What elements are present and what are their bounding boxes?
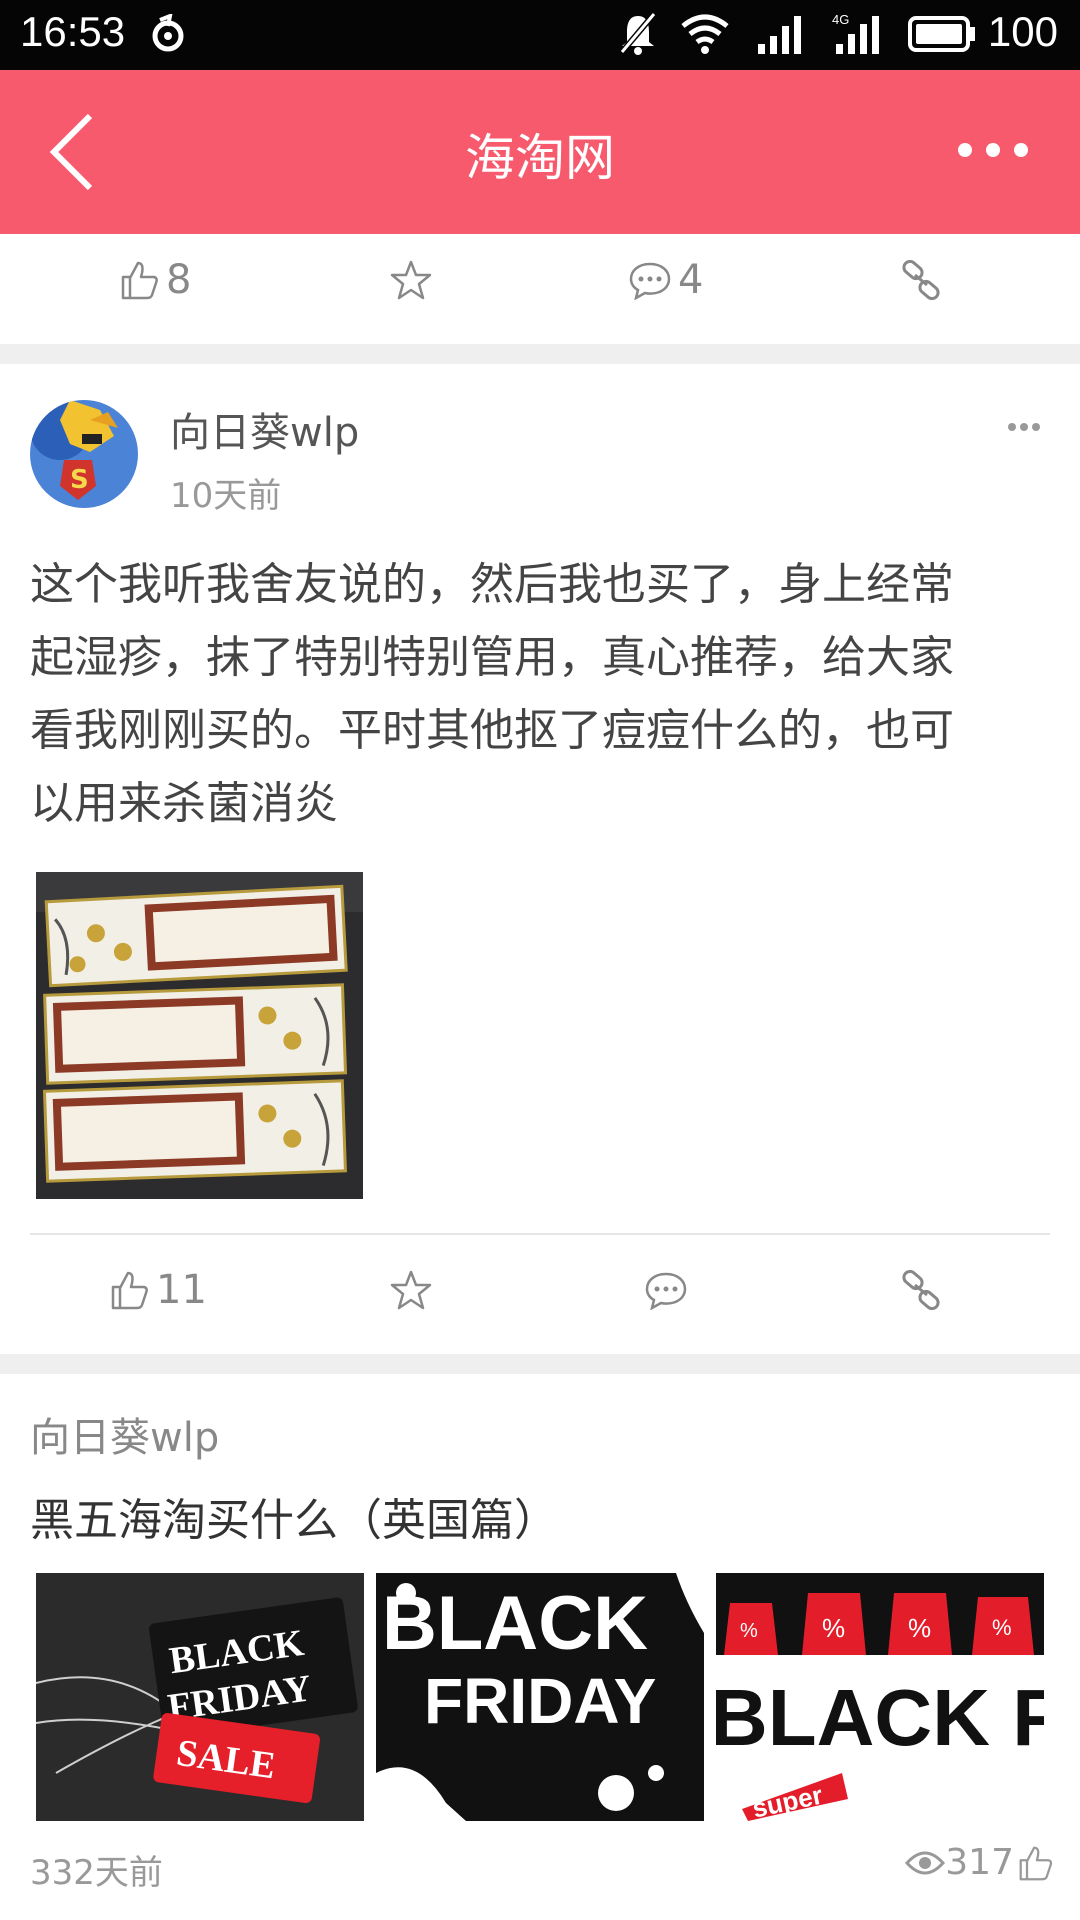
battery-icon	[908, 16, 976, 57]
view-count: 317	[905, 1842, 1054, 1883]
more-icon	[1008, 423, 1016, 431]
like-button[interactable]: 8	[120, 254, 191, 306]
post-body: 这个我听我舍友说的，然后我也买了，身上经常 起湿疹，抹了特别特别管用，真心推荐，…	[30, 548, 1050, 840]
section-separator	[0, 344, 1080, 364]
comment-count: 4	[678, 257, 704, 303]
sync-icon	[150, 12, 186, 59]
post-text-line: 起湿疹，抹了特别特别管用，真心推荐，给大家	[30, 632, 954, 683]
wifi-icon	[680, 12, 730, 61]
thumb-up-icon	[121, 261, 158, 300]
article-author-name[interactable]: 向日葵wlp	[30, 1405, 219, 1463]
more-button[interactable]	[958, 142, 1044, 162]
comment-icon	[645, 1272, 687, 1310]
svg-text:%: %	[822, 1613, 845, 1643]
signal-icon	[756, 12, 804, 61]
post-text-line: 看我刚刚买的。平时其他抠了痘痘什么的，也可	[30, 705, 954, 756]
link-icon	[902, 259, 940, 301]
avatar[interactable]: S	[30, 400, 138, 508]
article-thumbnail[interactable]: % % % % BLACK FRI super	[716, 1573, 1044, 1821]
post-image[interactable]	[36, 872, 363, 1199]
view-count-value: 317	[945, 1842, 1014, 1883]
star-icon	[390, 1270, 432, 1310]
article-thumbnail[interactable]: BLACK FRIDAY	[376, 1573, 704, 1821]
eye-icon	[905, 1851, 946, 1874]
svg-text:%: %	[740, 1620, 758, 1642]
favorite-button[interactable]	[390, 1264, 432, 1316]
svg-text:%: %	[908, 1613, 931, 1643]
page-title: 海淘网	[465, 129, 615, 187]
like-count: 8	[166, 257, 192, 303]
thumb-up-icon[interactable]	[1018, 1844, 1054, 1882]
svg-text:BLACK FRI: BLACK FRI	[716, 1673, 1044, 1762]
status-bar: 16:53 4G 100	[0, 0, 1080, 70]
svg-text:4G: 4G	[832, 12, 849, 27]
post-text-line: 这个我听我舍友说的，然后我也买了，身上经常	[30, 559, 954, 610]
divider	[30, 1233, 1050, 1235]
svg-text:BLACK: BLACK	[382, 1581, 648, 1666]
share-link-button[interactable]	[900, 1264, 942, 1316]
post-actions: 11	[0, 1244, 1080, 1334]
section-separator	[0, 1354, 1080, 1374]
like-count: 11	[156, 1267, 207, 1313]
previous-post-actions: 8 4	[0, 234, 1080, 324]
status-time: 16:53	[20, 8, 126, 55]
article-thumbnail[interactable]: BLACK FRIDAY SALE	[36, 1573, 364, 1821]
link-icon	[902, 1269, 940, 1311]
svg-text:%: %	[992, 1615, 1012, 1640]
like-button[interactable]: 11	[110, 1264, 207, 1316]
thumb-up-icon	[111, 1271, 148, 1310]
more-icon	[958, 143, 972, 157]
signal-4g-icon: 4G	[832, 12, 882, 61]
article-title[interactable]: 黑五海淘买什么（英国篇）	[30, 1484, 558, 1548]
post-more-button[interactable]	[1008, 416, 1048, 431]
post-text-line: 以用来杀菌消炎	[30, 778, 338, 829]
battery-level: 100	[987, 8, 1058, 55]
share-link-button[interactable]	[900, 254, 942, 306]
star-icon	[390, 260, 432, 300]
comment-button[interactable]: 4	[628, 254, 703, 306]
svg-text:S: S	[70, 465, 89, 495]
post-author-name[interactable]: 向日葵wlp	[170, 400, 359, 458]
post-timestamp: 10天前	[170, 476, 282, 516]
comment-button[interactable]	[644, 1264, 688, 1316]
article-timestamp: 332天前	[30, 1853, 163, 1893]
favorite-button[interactable]	[390, 254, 432, 306]
app-bar: 海淘网	[0, 70, 1080, 234]
mute-icon	[618, 12, 658, 61]
svg-text:FRIDAY: FRIDAY	[424, 1665, 656, 1737]
comment-icon	[629, 262, 671, 300]
